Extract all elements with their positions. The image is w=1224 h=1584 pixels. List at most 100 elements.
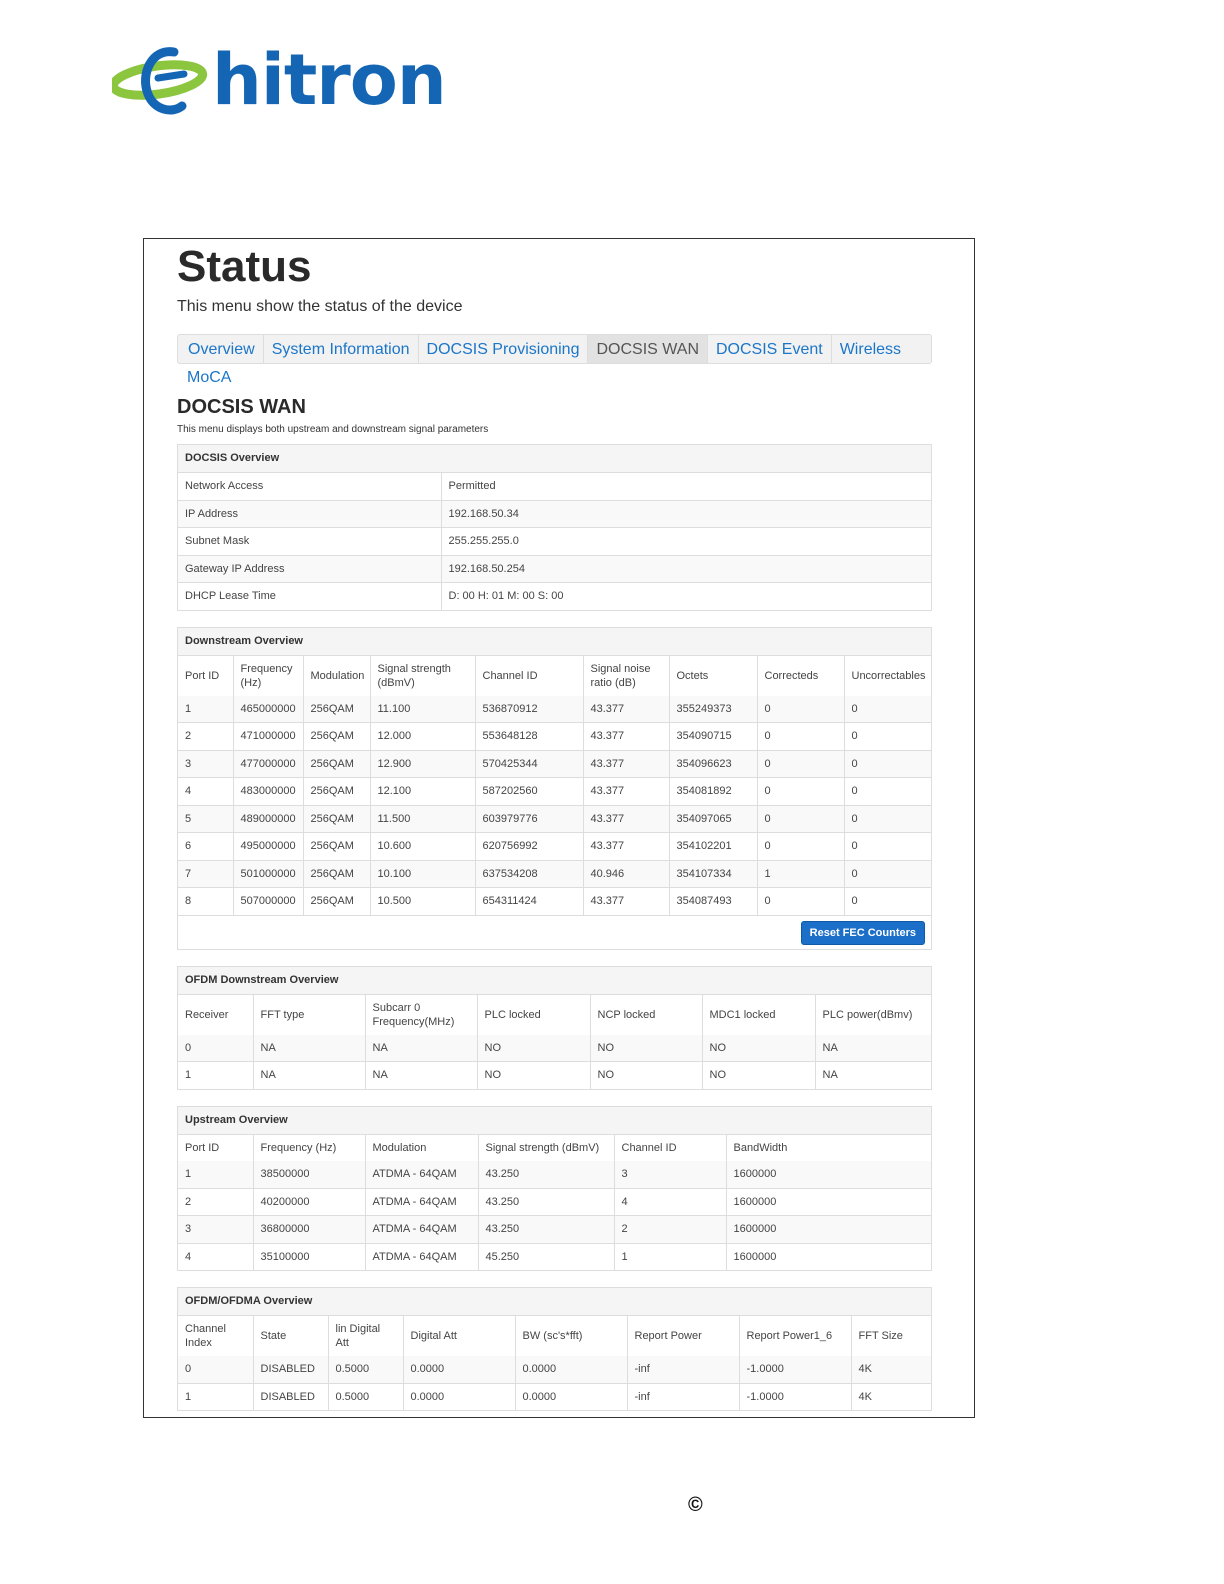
table-cell: 43.377 xyxy=(583,722,670,750)
table-cell: NO xyxy=(702,1034,816,1062)
screenshot-frame: Status This menu show the status of the … xyxy=(143,238,975,1418)
table-cell: D: 00 H: 01 M: 00 S: 00 xyxy=(441,582,931,610)
table-cell: 495000000 xyxy=(233,832,304,860)
table-row: 8 507000000 256QAM 10.500 654311424 43.377 354… xyxy=(178,887,931,915)
table-cell: 1 xyxy=(178,1382,254,1410)
table-cell: DISABLED xyxy=(253,1356,329,1383)
column-header: NCP locked xyxy=(590,994,703,1035)
table-cell: 0 xyxy=(844,749,931,778)
table-cell: 256QAM xyxy=(303,887,371,915)
table-cell: 0.5000 xyxy=(328,1382,404,1410)
table-cell: ATDMA - 64QAM xyxy=(365,1215,479,1243)
table-cell: 1600000 xyxy=(726,1215,931,1243)
table-cell: 354102201 xyxy=(669,832,758,860)
table-cell: Subnet Mask xyxy=(178,527,442,555)
table-cell: NO xyxy=(702,1061,816,1089)
table-row: 2 471000000 256QAM 12.000 553648128 43.377 354… xyxy=(178,722,931,750)
table-cell: 1 xyxy=(757,859,845,888)
column-header: Uncorrectables xyxy=(851,669,926,682)
table-cell: 256QAM xyxy=(303,777,371,805)
table-cell: 256QAM xyxy=(303,749,371,778)
table-cell: -inf xyxy=(627,1382,740,1410)
tab-docsis-provisioning[interactable]: DOCSIS Provisioning xyxy=(419,335,589,363)
table-cell: 1600000 xyxy=(726,1187,931,1216)
table-cell: 536870912 xyxy=(475,695,584,723)
table-cell: 192.168.50.254 xyxy=(441,554,931,583)
table-cell: 11.100 xyxy=(370,695,476,723)
table-row: 6 495000000 256QAM 10.600 620756992 43.377 354… xyxy=(178,832,931,860)
column-header: Signal noise ratio (dB) xyxy=(583,655,670,696)
page-title: Status xyxy=(177,242,312,291)
table-cell: 354107334 xyxy=(669,859,758,888)
tab-moca[interactable]: MoCA xyxy=(187,369,231,386)
column-header: lin Digital Att xyxy=(328,1316,404,1356)
table-cell: 620756992 xyxy=(475,832,584,860)
column-header: Octets xyxy=(669,655,758,696)
tab-docsis-wan[interactable]: DOCSIS WAN xyxy=(588,335,708,363)
tab-overview[interactable]: Overview xyxy=(180,335,264,363)
upstream-table: Port ID Frequency (Hz) Modulation Signal st… xyxy=(178,1134,931,1270)
ofdm-downstream-panel: OFDM Downstream Overview Receiver FFT typ… xyxy=(177,965,932,1090)
table-cell: 43.250 xyxy=(478,1187,615,1216)
table-row: IP Address 192.168.50.34 xyxy=(178,499,931,528)
tab-system-information[interactable]: System Information xyxy=(264,335,419,363)
table-cell: 43.377 xyxy=(583,832,670,860)
reset-fec-counters-button[interactable]: Reset FEC Counters xyxy=(800,920,925,945)
table-cell: NO xyxy=(477,1061,591,1089)
table-cell: 4K xyxy=(851,1356,931,1383)
table-cell: 3 xyxy=(178,749,234,778)
table-cell: NO xyxy=(590,1061,703,1089)
column-header: Subcarr 0 Frequency(MHz) xyxy=(365,994,478,1035)
table-cell: 11.500 xyxy=(370,804,476,833)
downstream-panel: Downstream Overview Port ID Frequency (Hz… xyxy=(177,626,932,950)
column-header: MDC1 locked xyxy=(702,994,816,1035)
column-header: PLC locked xyxy=(477,994,591,1035)
table-cell: 0 xyxy=(844,722,931,750)
table-cell: 12.900 xyxy=(370,749,476,778)
table-cell: 0.0000 xyxy=(403,1356,516,1383)
docsis-overview-table: Network Access Permitted IP Address 192.168… xyxy=(178,473,931,610)
table-cell: 587202560 xyxy=(475,777,584,805)
table-cell: IP Address xyxy=(178,499,442,528)
table-cell: 40200000 xyxy=(253,1187,366,1216)
table-row: 5 489000000 256QAM 11.500 603979776 43.377 354… xyxy=(178,804,931,833)
table-cell: NO xyxy=(477,1034,591,1062)
column-header: Report Power1_6 xyxy=(739,1316,852,1356)
panel-title: Upstream Overview xyxy=(178,1106,931,1135)
table-cell: NA xyxy=(253,1034,366,1062)
table-cell: 1600000 xyxy=(726,1161,931,1188)
table-row: 4 35100000 ATDMA - 64QAM 45.250 1 1600000 xyxy=(178,1242,931,1270)
column-header: Channel Index xyxy=(178,1316,254,1356)
table-row: 3 477000000 256QAM 12.900 570425344 43.377 354… xyxy=(178,749,931,778)
table-cell: NA xyxy=(815,1034,931,1062)
table-cell: 10.100 xyxy=(370,859,476,888)
table-cell: 0 xyxy=(844,804,931,833)
table-cell: Gateway IP Address xyxy=(178,554,442,583)
tab-docsis-event[interactable]: DOCSIS Event xyxy=(708,335,832,363)
table-cell: DHCP Lease Time xyxy=(178,582,442,610)
table-cell: NA xyxy=(253,1061,366,1089)
panel-title: Downstream Overview xyxy=(178,627,931,656)
tab-wireless[interactable]: Wireless xyxy=(832,335,909,363)
table-cell: 2 xyxy=(178,1187,254,1216)
table-cell: 2 xyxy=(614,1215,727,1243)
column-header: FFT Size xyxy=(858,1330,903,1342)
table-cell: 10.500 xyxy=(370,887,476,915)
table-cell: 256QAM xyxy=(303,859,371,888)
table-header-row: Receiver FFT type Subcarr 0 Frequency(MHz)… xyxy=(178,994,931,1035)
tab-bar: Overview System Information DOCSIS Provi… xyxy=(177,334,932,364)
table-cell: 0 xyxy=(757,777,845,805)
table-cell: 0 xyxy=(178,1356,254,1383)
table-cell: 0 xyxy=(757,804,845,833)
panel-title: DOCSIS Overview xyxy=(178,445,931,473)
table-cell: 4K xyxy=(851,1382,931,1410)
table-row: 1 NA NA NO NO NO NA xyxy=(178,1061,931,1089)
table-cell: 43.377 xyxy=(583,804,670,833)
panel-title: OFDM/OFDMA Overview xyxy=(178,1288,931,1316)
table-cell: 255.255.255.0 xyxy=(441,527,931,555)
table-cell: 256QAM xyxy=(303,804,371,833)
table-cell: 465000000 xyxy=(233,695,304,723)
table-cell: 43.377 xyxy=(583,749,670,778)
table-cell: 501000000 xyxy=(233,859,304,888)
column-header: Channel ID xyxy=(475,655,584,696)
